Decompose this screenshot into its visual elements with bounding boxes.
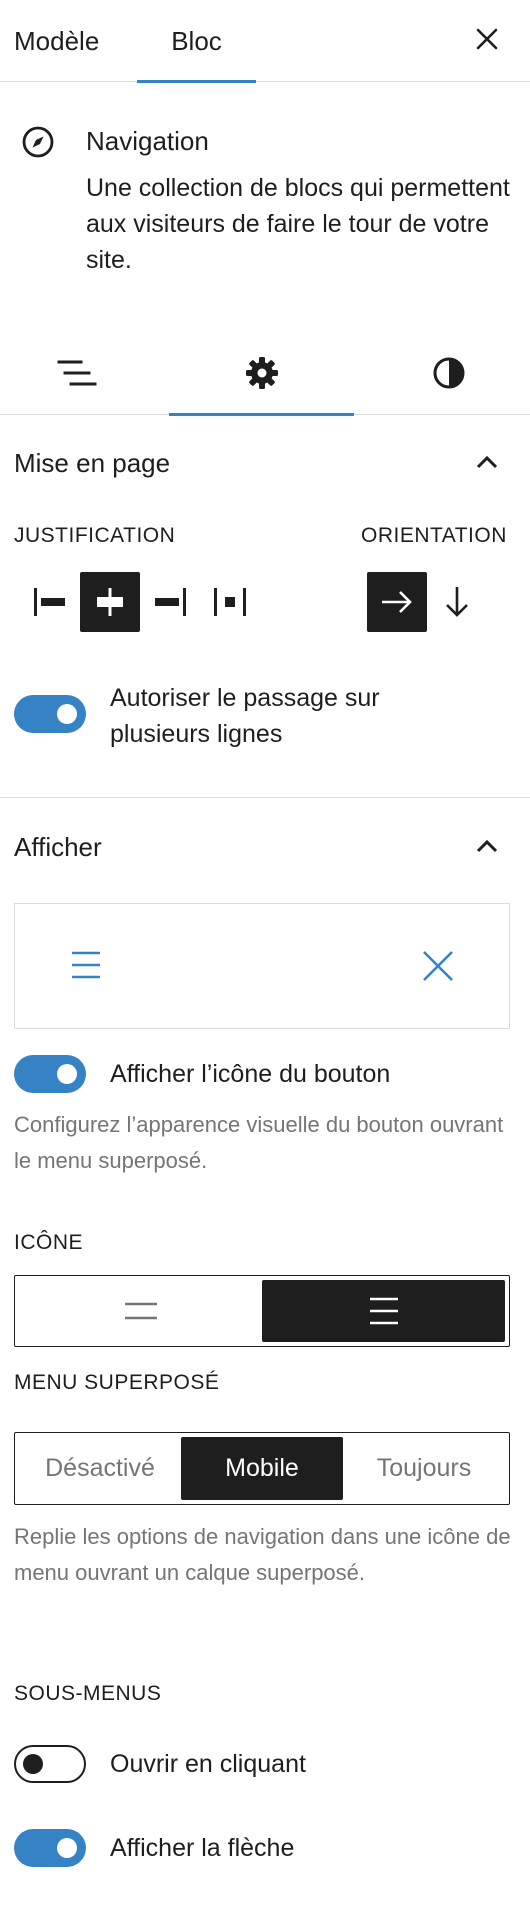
icon-label: Icône <box>14 1231 84 1254</box>
wrap-toggle-label: Autoriser le passage sur plusieurs ligne… <box>110 684 380 748</box>
three-lines-menu-icon <box>369 1297 398 1325</box>
styles-contrast-icon <box>433 357 464 388</box>
icon-option-two-lines[interactable] <box>19 1280 262 1342</box>
close-sidebar-button[interactable] <box>466 18 508 60</box>
overlay-option-off[interactable]: Désactivé <box>19 1437 181 1500</box>
justify-center-button[interactable] <box>80 572 140 632</box>
toggle-knob <box>23 1754 43 1774</box>
close-icon <box>476 28 498 50</box>
tab-list-view[interactable] <box>0 330 169 415</box>
justify-center-icon <box>97 588 123 616</box>
layout-panel-title[interactable]: Mise en page <box>14 448 170 479</box>
justify-space-between-button[interactable] <box>200 572 260 632</box>
block-description: Une collection de blocs qui permettent a… <box>86 174 510 274</box>
compass-icon <box>22 126 54 158</box>
tab-template[interactable]: Modèle <box>0 0 120 82</box>
list-view-icon <box>57 360 96 385</box>
inspector-tabs <box>0 330 530 416</box>
icon-option-three-lines[interactable] <box>262 1280 505 1342</box>
show-icon-toggle-label: Afficher l’icône du bouton <box>110 1060 391 1088</box>
show-icon-help: Configurez l’apparence visuelle du bouto… <box>14 1112 504 1173</box>
orientation-vertical-button[interactable] <box>427 572 487 632</box>
toggle-knob <box>57 704 77 724</box>
menu-icon <box>72 951 100 979</box>
justify-right-icon <box>155 588 186 616</box>
justify-right-button[interactable] <box>140 572 200 632</box>
close-icon <box>423 951 453 981</box>
gear-icon <box>245 356 278 389</box>
icon-selector <box>14 1275 510 1347</box>
orientation-horizontal-button[interactable] <box>367 572 427 632</box>
arrow-down-icon <box>446 587 468 617</box>
sidebar-header-tabs: Modèle Bloc <box>0 0 530 83</box>
justify-space-between-icon <box>214 588 246 616</box>
block-title: Navigation <box>86 126 209 156</box>
submenus-label: Sous-menus <box>14 1682 162 1705</box>
tab-styles[interactable] <box>356 330 530 415</box>
justify-left-icon <box>34 588 65 616</box>
open-on-click-toggle[interactable] <box>14 1745 86 1783</box>
overlay-menu-selector: Désactivé Mobile Toujours <box>14 1432 510 1505</box>
overlay-button-preview <box>14 903 510 1029</box>
display-panel-title[interactable]: Afficher <box>14 832 102 863</box>
show-arrow-toggle-label: Afficher la flèche <box>110 1834 295 1862</box>
overlay-option-mobile[interactable]: Mobile <box>181 1437 343 1500</box>
arrow-right-icon <box>382 591 412 613</box>
chevron-up-icon[interactable] <box>472 832 502 862</box>
overlay-menu-help: Replie les options de navigation dans un… <box>14 1524 511 1585</box>
overlay-option-always[interactable]: Toujours <box>343 1437 505 1500</box>
justify-left-button[interactable] <box>20 572 80 632</box>
tab-block[interactable]: Bloc <box>137 0 256 83</box>
justification-label: Justification <box>14 524 176 547</box>
show-arrow-toggle[interactable] <box>14 1829 86 1867</box>
panel-divider <box>0 797 530 798</box>
orientation-label: Orientation <box>361 524 507 547</box>
toggle-knob <box>57 1064 77 1084</box>
toggle-knob <box>57 1838 77 1858</box>
chevron-up-icon[interactable] <box>472 448 502 478</box>
open-on-click-toggle-label: Ouvrir en cliquant <box>110 1750 306 1778</box>
show-icon-toggle[interactable] <box>14 1055 86 1093</box>
tab-settings[interactable] <box>169 330 354 416</box>
wrap-toggle[interactable] <box>14 695 86 733</box>
overlay-menu-label: Menu superposé <box>14 1371 220 1394</box>
two-lines-menu-icon <box>124 1302 157 1320</box>
